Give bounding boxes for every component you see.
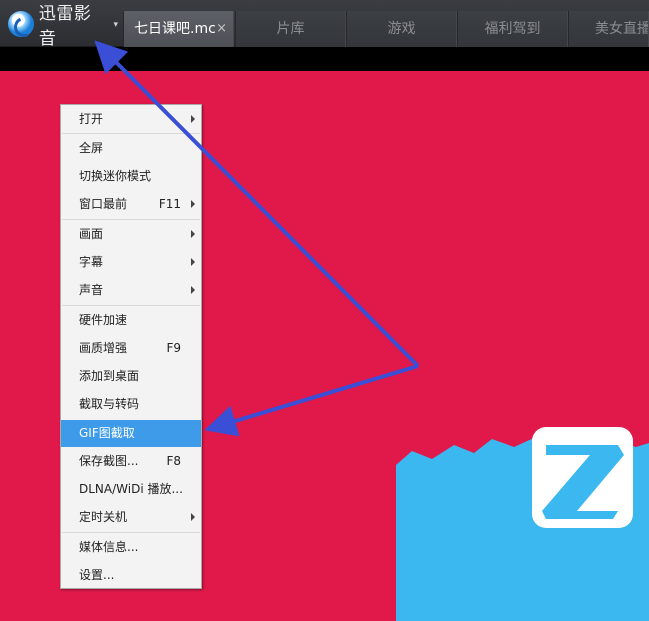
menu-item-save-screenshot[interactable]: 保存截图... F8 <box>61 449 201 473</box>
menu-item-label: 打开 <box>79 112 104 126</box>
submenu-arrow-icon <box>191 230 195 238</box>
menu-item-add-to-desktop[interactable]: 添加到桌面 <box>61 364 201 388</box>
menu-item-label: 媒体信息... <box>79 540 139 554</box>
tab-live[interactable]: 美女直播 <box>568 11 649 47</box>
menu-item-picture[interactable]: 画面 <box>61 222 201 246</box>
menu-separator <box>62 532 200 533</box>
menu-item-label: 全屏 <box>79 141 104 155</box>
tab-current-video[interactable]: 七日课吧.mc × <box>123 11 234 47</box>
menu-item-label: 窗口最前 <box>79 197 128 211</box>
menu-item-label: 定时关机 <box>79 510 128 524</box>
app-name: 迅雷影音 <box>38 4 92 49</box>
menu-item-fullscreen[interactable]: 全屏 <box>61 136 201 160</box>
app-menu-button[interactable]: 迅雷影音 ▾ <box>4 4 118 49</box>
menu-item-label: 画质增强 <box>79 341 128 355</box>
menu-item-label: 声音 <box>79 283 104 297</box>
menu-item-open[interactable]: 打开 <box>61 107 201 131</box>
menu-item-always-on-top[interactable]: 窗口最前 F11 <box>61 192 201 216</box>
menu-item-enhance[interactable]: 画质增强 F9 <box>61 336 201 360</box>
menu-item-label: DLNA/WiDi 播放... <box>79 482 183 496</box>
context-menu: 打开 全屏 切换迷你模式 窗口最前 F11 画面 字幕 声音 硬件加速 画质增强… <box>60 104 202 589</box>
menu-shortcut: F8 <box>166 454 181 468</box>
menu-item-capture-transcode[interactable]: 截取与转码 <box>61 392 201 416</box>
app-logo-card <box>532 427 633 528</box>
menu-item-label: 设置... <box>79 568 115 582</box>
menu-item-audio[interactable]: 声音 <box>61 278 201 302</box>
submenu-arrow-icon <box>191 286 195 294</box>
menu-item-shutdown-timer[interactable]: 定时关机 <box>61 505 201 529</box>
tab-label: 七日课吧.mc <box>134 21 216 37</box>
submenu-arrow-icon <box>191 513 195 521</box>
z-logo-icon <box>542 445 624 519</box>
tab-label: 片库 <box>276 21 305 37</box>
menu-item-label: 画面 <box>79 227 104 241</box>
chevron-down-icon: ▾ <box>113 20 118 30</box>
menu-item-label: 硬件加速 <box>79 313 128 327</box>
menu-item-subtitles[interactable]: 字幕 <box>61 250 201 274</box>
title-bar: 迅雷影音 ▾ 七日课吧.mc × 片库 游戏 福利驾到 美女直播 <box>0 0 649 49</box>
tab-label: 美女直播 <box>595 21 649 37</box>
submenu-arrow-icon <box>191 200 195 208</box>
menu-separator <box>62 133 200 134</box>
menu-item-label: 截取与转码 <box>79 397 140 411</box>
tab-library[interactable]: 片库 <box>235 11 346 47</box>
tab-games[interactable]: 游戏 <box>346 11 457 47</box>
menu-shortcut: F11 <box>158 197 181 211</box>
menu-item-settings[interactable]: 设置... <box>61 563 201 587</box>
close-icon[interactable]: × <box>216 11 227 47</box>
menu-item-mini-mode[interactable]: 切换迷你模式 <box>61 164 201 188</box>
menu-item-dlna[interactable]: DLNA/WiDi 播放... <box>61 477 201 501</box>
menu-item-label: 切换迷你模式 <box>79 169 152 183</box>
menu-item-hardware-accel[interactable]: 硬件加速 <box>61 308 201 332</box>
menu-shortcut: F9 <box>166 341 181 355</box>
menu-item-label: 保存截图... <box>79 454 139 468</box>
menu-item-label: GIF图截取 <box>79 426 135 440</box>
submenu-arrow-icon <box>191 258 195 266</box>
menu-item-media-info[interactable]: 媒体信息... <box>61 535 201 559</box>
tab-label: 游戏 <box>387 21 416 37</box>
tab-label: 福利驾到 <box>484 21 541 37</box>
menu-item-label: 字幕 <box>79 255 104 269</box>
menu-separator <box>62 305 200 306</box>
tab-welfare[interactable]: 福利驾到 <box>457 11 568 47</box>
submenu-arrow-icon <box>191 115 195 123</box>
menu-item-label: 添加到桌面 <box>79 369 140 383</box>
xunlei-logo-icon <box>8 11 34 37</box>
menu-item-gif-capture[interactable]: GIF图截取 <box>61 420 201 447</box>
menu-separator <box>62 219 200 220</box>
video-top-strip <box>0 47 649 71</box>
